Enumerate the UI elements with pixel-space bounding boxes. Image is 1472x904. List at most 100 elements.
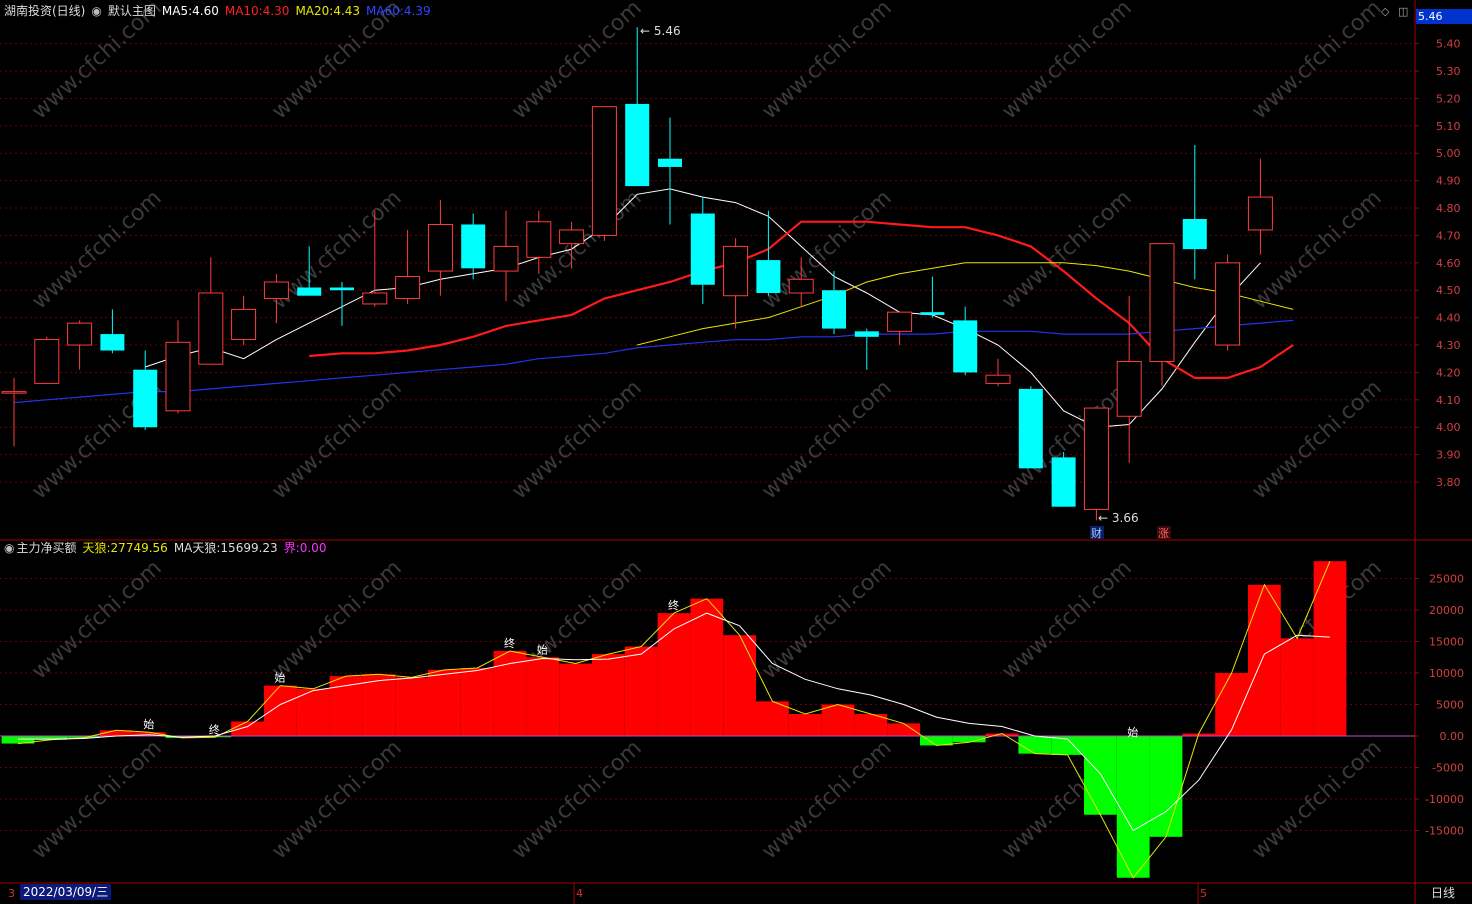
chart-canvas[interactable]: www.cfchi.com www.cfchi.com www.cfchi.com w…: [0, 0, 1472, 904]
indicator-bar: [1280, 638, 1314, 736]
watermark-text: www.cfchi.com: [997, 0, 1136, 124]
price-tick-label: 5.20: [1436, 92, 1461, 105]
tianlang-value: 27749.56: [110, 541, 168, 555]
min-price-label: ← 3.66: [1098, 511, 1139, 525]
candle-body-down: [822, 290, 846, 329]
watermark-text: www.cfchi.com: [27, 556, 166, 685]
signal-label: 终: [668, 598, 679, 612]
price-tick-label: 4.70: [1436, 229, 1461, 242]
ma10-label: MA10:: [224, 4, 263, 18]
jie-label: 界:: [283, 541, 300, 555]
price-chart: ← 5.46 ← 3.66财 涨: [1, 24, 1294, 540]
watermark-text: www.cfchi.com: [757, 736, 896, 865]
candle-body-up: [559, 229, 585, 245]
candle-body-down: [297, 287, 322, 296]
price-tick-label: 4.40: [1436, 312, 1461, 325]
price-tick-label: 4.80: [1436, 202, 1461, 215]
event-marker-1: 涨: [1158, 527, 1169, 540]
candle-body-up: [788, 278, 814, 294]
max-price-label: ← 5.46: [640, 24, 681, 38]
grid: [0, 0, 1472, 904]
candle-body-down: [658, 158, 682, 167]
price-tick-label: 3.90: [1436, 449, 1461, 462]
candle: [953, 306, 978, 376]
ma-tianlang-label: MA天狼:: [173, 541, 221, 555]
candle-body-up: [67, 322, 93, 346]
stock-name[interactable]: 湖南投资(日线): [4, 4, 85, 18]
candle: [625, 27, 650, 187]
indicator-tick-label: 25000: [1429, 573, 1464, 586]
template-name[interactable]: 默认主图: [108, 4, 156, 18]
watermark-text: www.cfchi.com: [757, 556, 896, 685]
candle: [591, 106, 617, 241]
price-tick-label: 5.00: [1436, 147, 1461, 160]
indicator-bar: [231, 721, 264, 736]
indicator-bar: [428, 669, 461, 736]
ma10-value: 4.30: [262, 4, 290, 18]
indicator-tick-label: 10000: [1429, 667, 1464, 680]
x-axis: 3 4 5: [8, 883, 1207, 904]
price-tick-label: 4.00: [1436, 421, 1461, 434]
indicator-tick-label: -10000: [1425, 793, 1464, 806]
indicator-bar: [723, 635, 756, 736]
candle: [231, 295, 257, 346]
indicator-bar: [1215, 673, 1248, 736]
candle: [1083, 407, 1109, 521]
watermark-text: www.cfchi.com: [757, 376, 896, 505]
month-label: 3: [8, 887, 15, 900]
watermark-text: www.cfchi.com: [997, 186, 1136, 315]
ma5-value: 4.60: [192, 4, 219, 18]
template-dropdown-icon[interactable]: ◉: [91, 4, 101, 18]
price-tick-label: 5.40: [1436, 38, 1461, 51]
watermark-text: www.cfchi.com: [507, 736, 646, 865]
period-selector[interactable]: 日线: [1416, 884, 1470, 902]
candle-body-down: [953, 320, 978, 373]
watermark-text: www.cfchi.com: [507, 376, 646, 505]
indicator-name[interactable]: 主力净买额: [16, 541, 76, 555]
watermark-text: www.cfchi.com: [1247, 0, 1386, 124]
candle-body-down: [461, 224, 486, 269]
candle: [34, 336, 60, 384]
price-tick-label: 4.60: [1436, 257, 1461, 270]
indicator-bar: [657, 613, 691, 736]
jie-value: 0.00: [299, 541, 327, 555]
panel-toggle-icon[interactable]: ◫: [1398, 5, 1408, 18]
indicator-dropdown-icon[interactable]: ◉: [4, 541, 14, 555]
candle-body-up: [985, 374, 1011, 384]
candle-body-down: [756, 260, 781, 293]
price-tick-label: 4.30: [1436, 339, 1461, 352]
candle-body-up: [493, 245, 519, 272]
candle-body-up: [723, 245, 749, 297]
candle-body-up: [427, 223, 453, 272]
price-tick-label: 4.50: [1436, 284, 1461, 297]
watermark-text: www.cfchi.com: [267, 376, 406, 505]
candle: [330, 282, 354, 326]
price-tick-label: 5.30: [1436, 65, 1461, 78]
indicator-bar: [1149, 736, 1183, 837]
current-price-tag: 5.46: [1416, 9, 1472, 24]
candle-body-up: [231, 308, 257, 341]
indicator-bar: [1084, 736, 1117, 815]
candle-body-down: [690, 213, 715, 285]
candle: [1182, 145, 1207, 280]
candle-body-down: [100, 334, 125, 351]
tianlang-label: 天狼:: [82, 541, 111, 555]
indicator-bar: [821, 704, 855, 736]
candle-body-up: [395, 276, 421, 299]
ma5-label: MA5:: [161, 4, 193, 18]
ma-tianlang-value: 15699.23: [220, 541, 278, 555]
indicator-bar: [887, 723, 920, 736]
candle-body-up: [1149, 243, 1175, 362]
indicator-tick-label: -15000: [1425, 825, 1464, 838]
diamond-icon[interactable]: ◇: [1381, 5, 1389, 18]
watermark-text: www.cfchi.com: [267, 556, 406, 685]
candle-body-down: [854, 331, 879, 337]
ma20-label: MA20:: [295, 4, 334, 18]
candle-body-up: [1, 391, 27, 394]
candle-body-up: [1247, 196, 1273, 231]
indicator-chart: 始终始终 始终始: [0, 561, 1415, 879]
ma20-value: 4.43: [333, 4, 361, 18]
candle: [887, 311, 913, 346]
candle: [1051, 451, 1076, 507]
candle: [461, 213, 486, 280]
